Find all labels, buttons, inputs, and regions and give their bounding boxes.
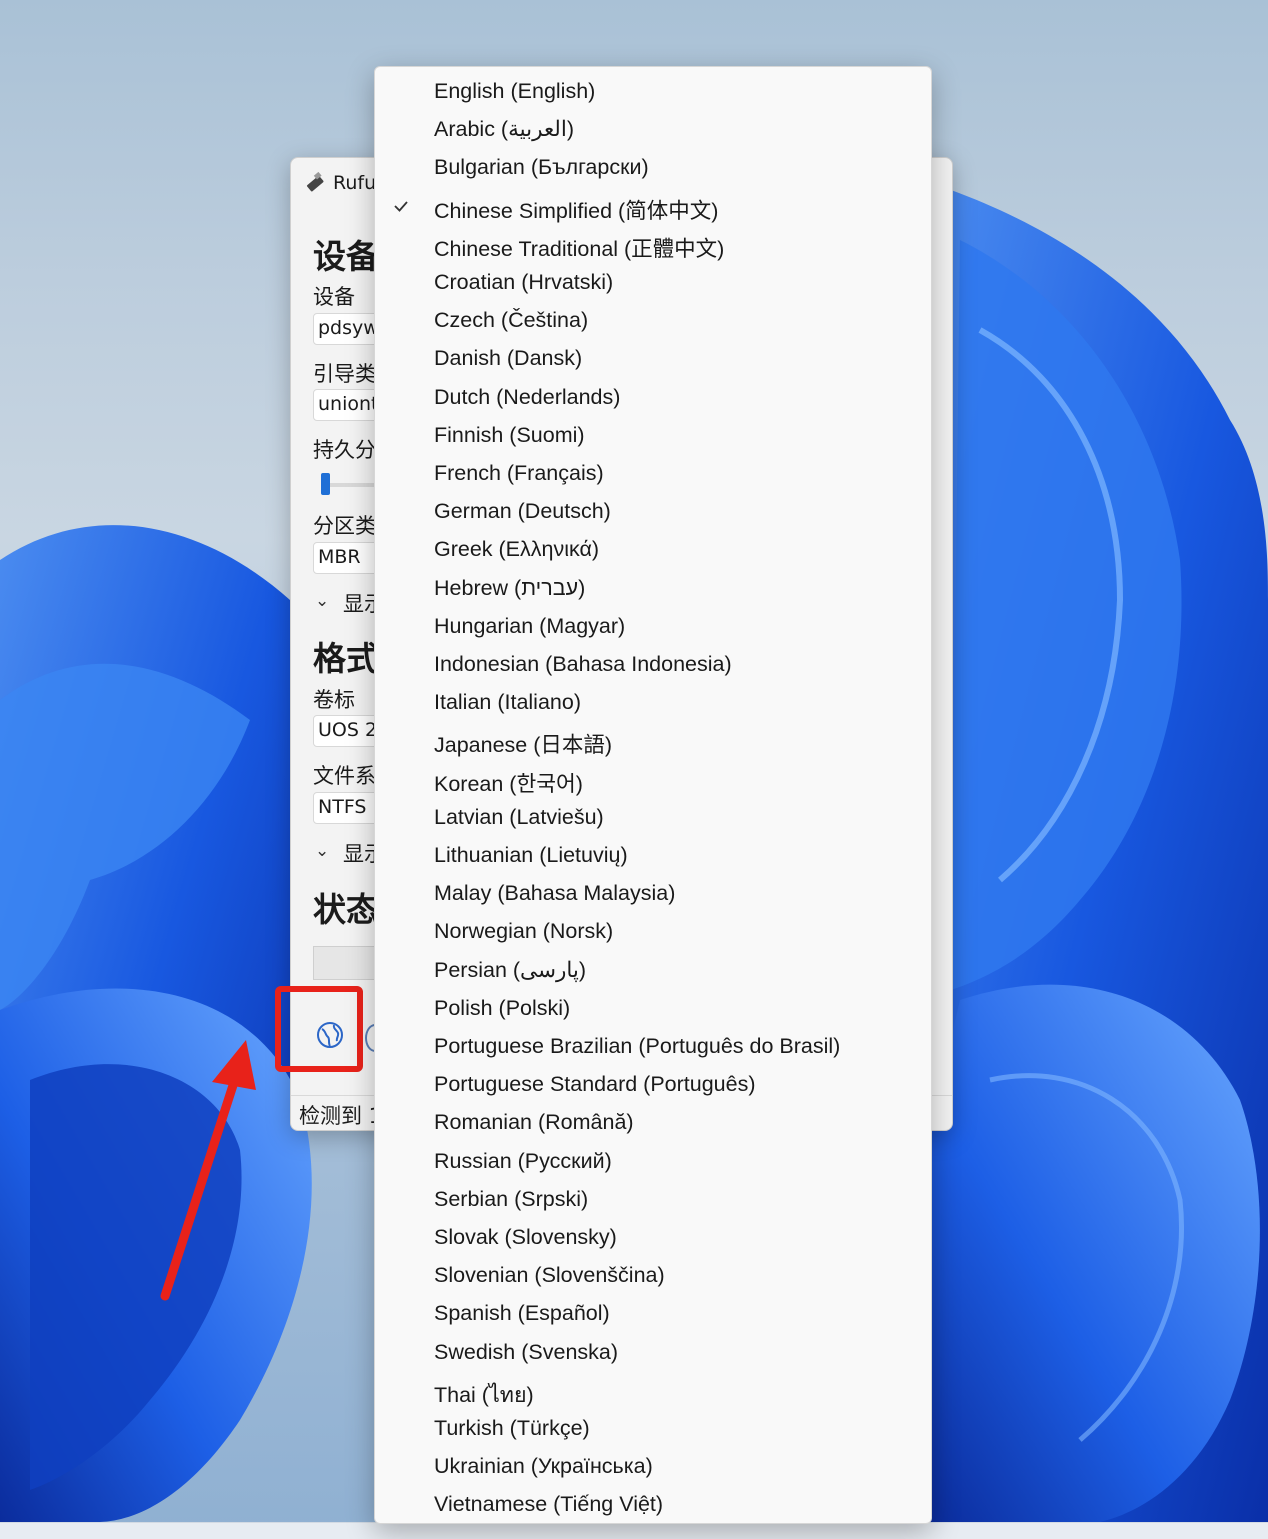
language-menu-item[interactable]: Hebrew (עברית) bbox=[375, 568, 931, 606]
language-menu-item-label: Korean (한국어) bbox=[434, 771, 583, 796]
language-menu-item[interactable]: Slovak (Slovensky) bbox=[375, 1217, 931, 1255]
language-menu-item-label: German (Deutsch) bbox=[434, 499, 611, 524]
language-menu-item[interactable]: Italian (Italiano) bbox=[375, 682, 931, 720]
language-menu-item-label: Hungarian (Magyar) bbox=[434, 613, 626, 638]
file-system-label: 文件系 bbox=[313, 764, 376, 788]
language-menu-item-label: Chinese Simplified (简体中文) bbox=[434, 198, 719, 223]
language-menu-item[interactable]: German (Deutsch) bbox=[375, 491, 931, 529]
language-menu-item-label: Romanian (Română) bbox=[434, 1110, 634, 1135]
language-menu-item-label: French (Français) bbox=[434, 461, 604, 485]
language-menu-item[interactable]: English (English) bbox=[375, 71, 931, 109]
language-menu-item[interactable]: Slovenian (Slovenščina) bbox=[375, 1255, 931, 1293]
language-menu-item[interactable]: Finnish (Suomi) bbox=[375, 415, 931, 453]
language-menu-item-label: Ukrainian (Українська) bbox=[434, 1454, 653, 1479]
language-menu-item-label: Swedish (Svenska) bbox=[434, 1339, 619, 1364]
boot-selection-label: 引导类 bbox=[313, 362, 376, 386]
format-heading: 格式 bbox=[313, 639, 379, 678]
language-menu-item[interactable]: Korean (한국어) bbox=[375, 759, 931, 797]
language-menu-item-label: Czech (Čeština) bbox=[434, 308, 589, 333]
language-menu-item-label: Spanish (Español) bbox=[434, 1301, 610, 1326]
language-menu-item[interactable]: Russian (Русский) bbox=[375, 1141, 931, 1179]
language-menu-item-label: Dutch (Nederlands) bbox=[434, 384, 621, 409]
language-menu-item-label: Portuguese Standard (Português) bbox=[434, 1072, 756, 1097]
volume-label-label: 卷标 bbox=[313, 688, 355, 712]
partition-scheme-label: 分区类 bbox=[313, 514, 376, 538]
language-menu-item-label: Norwegian (Norsk) bbox=[434, 919, 614, 944]
language-menu-item[interactable]: Indonesian (Bahasa Indonesia) bbox=[375, 644, 931, 682]
language-menu-item-label: Japanese (日本語) bbox=[434, 733, 613, 758]
language-menu-item[interactable]: Malay (Bahasa Malaysia) bbox=[375, 873, 931, 911]
language-menu-item-label: Thai (ไทย) bbox=[434, 1382, 534, 1407]
language-menu-item[interactable]: Dutch (Nederlands) bbox=[375, 377, 931, 415]
language-menu-item-label: Croatian (Hrvatski) bbox=[434, 270, 614, 294]
language-menu-item[interactable]: Polish (Polski) bbox=[375, 988, 931, 1026]
window-title: Rufu bbox=[333, 172, 377, 194]
language-menu-item[interactable]: Danish (Dansk) bbox=[375, 338, 931, 376]
language-menu-item-label: Bulgarian (Български) bbox=[434, 155, 649, 180]
usb-drive-icon bbox=[306, 171, 324, 192]
taskbar bbox=[0, 1522, 1268, 1539]
language-menu-item[interactable]: Portuguese Brazilian (Português do Brasi… bbox=[375, 1026, 931, 1064]
language-menu-item-label: Italian (Italiano) bbox=[434, 690, 581, 715]
language-menu-item[interactable]: Ukrainian (Українська) bbox=[375, 1446, 931, 1484]
language-menu-item-label: Malay (Bahasa Malaysia) bbox=[434, 881, 676, 906]
language-menu-item[interactable]: Norwegian (Norsk) bbox=[375, 911, 931, 949]
device-heading: 设备 bbox=[313, 237, 379, 276]
language-menu-item-label: Indonesian (Bahasa Indonesia) bbox=[434, 652, 732, 676]
persistent-slider-thumb[interactable] bbox=[321, 473, 330, 495]
language-menu-item-label: Arabic (العربية) bbox=[434, 117, 575, 142]
language-menu-item[interactable]: Spanish (Español) bbox=[375, 1293, 931, 1331]
language-menu-item[interactable]: Thai (ไทย) bbox=[375, 1370, 931, 1408]
persistent-partition-label: 持久分 bbox=[313, 438, 376, 462]
language-menu-item-label: Polish (Polski) bbox=[434, 995, 571, 1020]
language-menu-item[interactable]: Japanese (日本語) bbox=[375, 720, 931, 758]
language-menu-item[interactable]: Arabic (العربية) bbox=[375, 109, 931, 147]
language-menu-item[interactable]: Bulgarian (Български) bbox=[375, 147, 931, 185]
language-menu-item-label: Serbian (Srpski) bbox=[434, 1186, 589, 1211]
language-menu-item[interactable]: Persian (پارسی) bbox=[375, 950, 931, 988]
chevron-down-icon[interactable]: ⌄ bbox=[315, 841, 329, 861]
language-menu-item[interactable]: Swedish (Svenska) bbox=[375, 1332, 931, 1370]
language-menu-item-label: Slovenian (Slovenščina) bbox=[434, 1263, 665, 1288]
language-menu-item[interactable]: Turkish (Türkçe) bbox=[375, 1408, 931, 1446]
language-menu-item[interactable]: Chinese Simplified (简体中文) bbox=[375, 186, 931, 224]
language-menu-item[interactable]: Hungarian (Magyar) bbox=[375, 606, 931, 644]
language-menu-item-label: Chinese Traditional (正體中文) bbox=[434, 236, 725, 261]
device-label: 设备 bbox=[313, 285, 355, 309]
language-menu-item[interactable]: Latvian (Latviešu) bbox=[375, 797, 931, 835]
language-menu-item-label: Hebrew (עברית) bbox=[434, 575, 586, 600]
language-menu-item[interactable]: Portuguese Standard (Português) bbox=[375, 1064, 931, 1102]
language-menu-item[interactable]: Romanian (Română) bbox=[375, 1102, 931, 1140]
language-menu-item-label: Lithuanian (Lietuvių) bbox=[434, 843, 628, 867]
language-menu-item-label: Vietnamese (Tiếng Việt) bbox=[434, 1492, 664, 1517]
language-menu-item[interactable]: Croatian (Hrvatski) bbox=[375, 262, 931, 300]
language-menu-item-label: Slovak (Slovensky) bbox=[434, 1225, 617, 1249]
language-menu-item[interactable]: Chinese Traditional (正體中文) bbox=[375, 224, 931, 262]
status-heading: 状态 bbox=[313, 890, 379, 929]
language-menu-item-label: Danish (Dansk) bbox=[434, 346, 583, 371]
chevron-down-icon[interactable]: ⌄ bbox=[315, 591, 329, 611]
checkmark-icon bbox=[394, 200, 408, 212]
language-menu-item-label: Portuguese Brazilian (Português do Brasi… bbox=[434, 1034, 841, 1058]
language-button-highlight bbox=[275, 986, 363, 1072]
language-menu-item-label: Turkish (Türkçe) bbox=[434, 1416, 590, 1440]
language-menu: English (English) Arabic (العربية) Bulgari… bbox=[374, 66, 932, 1524]
language-menu-item-label: English (English) bbox=[434, 79, 596, 103]
language-menu-item[interactable]: Czech (Čeština) bbox=[375, 300, 931, 338]
language-menu-item[interactable]: Serbian (Srpski) bbox=[375, 1179, 931, 1217]
language-menu-item[interactable]: French (Français) bbox=[375, 453, 931, 491]
language-menu-item-label: Russian (Русский) bbox=[434, 1148, 612, 1173]
language-menu-item-label: Persian (پارسی) bbox=[434, 957, 587, 982]
language-menu-item-label: Finnish (Suomi) bbox=[434, 422, 585, 447]
language-menu-item-label: Greek (Ελληνικά) bbox=[434, 537, 600, 562]
language-menu-item[interactable]: Lithuanian (Lietuvių) bbox=[375, 835, 931, 873]
language-menu-item[interactable]: Vietnamese (Tiếng Việt) bbox=[375, 1484, 931, 1522]
status-bar-text: 检测到 1 bbox=[299, 1104, 383, 1128]
language-menu-item[interactable]: Greek (Ελληνικά) bbox=[375, 529, 931, 567]
language-menu-item-label: Latvian (Latviešu) bbox=[434, 804, 604, 829]
